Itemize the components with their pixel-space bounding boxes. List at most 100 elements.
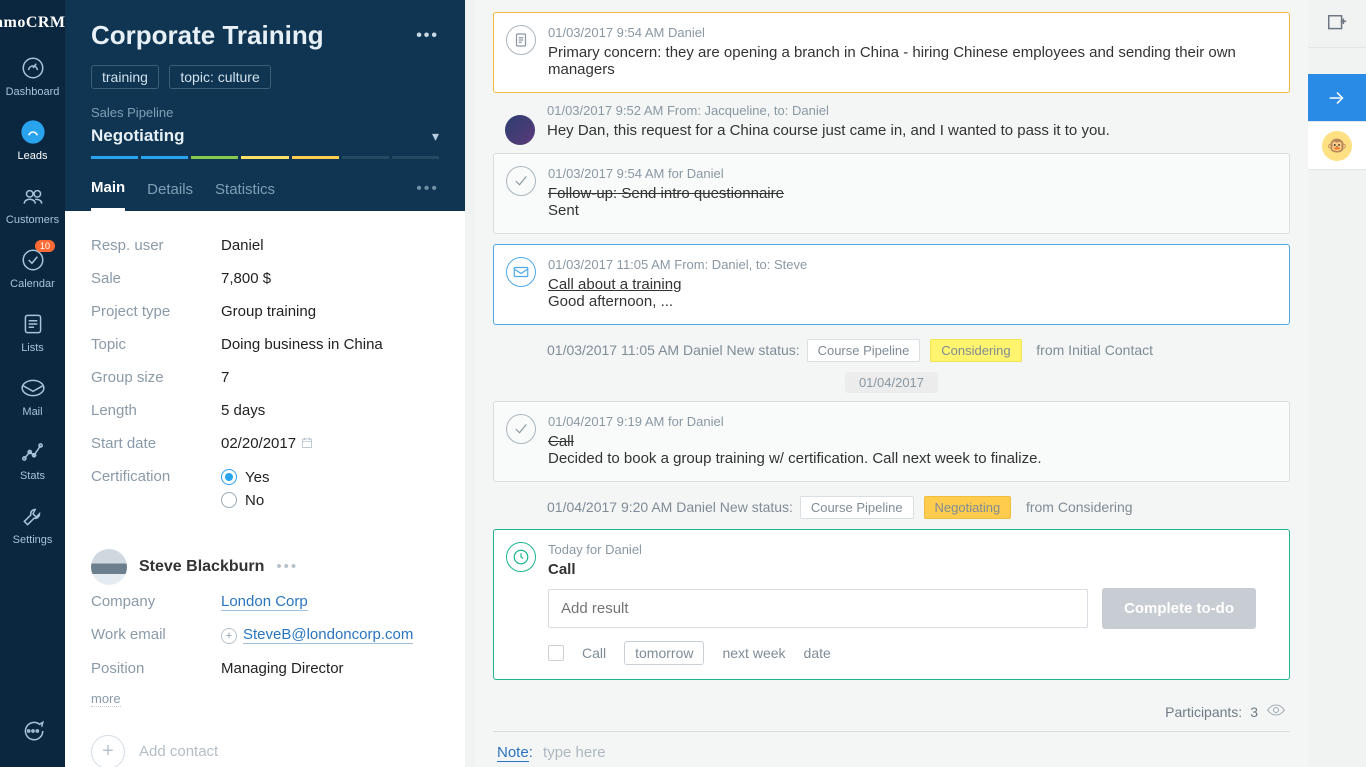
gauge-icon [19, 54, 47, 82]
eye-icon [1266, 700, 1286, 723]
chevron-down-icon: ▾ [432, 128, 439, 145]
topic-value[interactable]: Doing business in China [221, 336, 439, 353]
action-button[interactable] [1308, 74, 1366, 122]
lead-title[interactable]: Corporate Training [91, 20, 324, 51]
nav-mail[interactable]: Mail [0, 364, 65, 428]
feed-card-meta: 01/03/2017 9:54 AM for Daniel [548, 166, 1273, 181]
chat-icon [19, 717, 47, 745]
complete-todo-button[interactable]: Complete to-do [1102, 588, 1256, 629]
field-label: Position [91, 660, 221, 677]
feed-card-text: Good afternoon, ... [548, 293, 1273, 310]
result-input[interactable] [548, 589, 1088, 628]
tab-main[interactable]: Main [91, 179, 125, 211]
quick-date[interactable]: date [804, 645, 831, 661]
stats-icon [19, 438, 47, 466]
radio-icon [221, 469, 237, 485]
pipeline-stage: Negotiating [91, 126, 185, 146]
pipeline-chip: Course Pipeline [800, 496, 914, 519]
feed-card[interactable]: 01/03/2017 11:05 AM From: Daniel, to: St… [493, 244, 1290, 325]
quick-call[interactable]: Call [582, 645, 606, 661]
email-link[interactable]: SteveB@londoncorp.com [243, 626, 413, 644]
date-divider: 01/04/2017 [493, 374, 1290, 391]
feed-card[interactable]: 01/03/2017 9:54 AM for Daniel Follow-up:… [493, 153, 1290, 234]
start-date-value[interactable]: 02/20/2017 [221, 435, 439, 452]
add-widget-button[interactable] [1308, 0, 1366, 48]
resp-user-value[interactable]: Daniel [221, 237, 439, 254]
nav-settings[interactable]: Settings [0, 492, 65, 556]
quick-tomorrow[interactable]: tomorrow [624, 641, 704, 665]
field-label: Length [91, 402, 221, 419]
mailchimp-button[interactable]: 🐵 [1308, 122, 1366, 170]
sale-value[interactable]: 7,800 $ [221, 270, 439, 287]
lead-tags: training topic: culture [91, 65, 439, 89]
nav-rail: amoCRM. Dashboard Leads Customers 10 Cal… [0, 0, 65, 767]
status-chip: Considering [930, 339, 1021, 362]
add-contact-button[interactable]: + Add contact [91, 735, 439, 767]
participants-row[interactable]: Participants: 3 [493, 694, 1290, 732]
stage-progress [91, 156, 439, 159]
mail-icon [19, 374, 47, 402]
field-label: Project type [91, 303, 221, 320]
feed-card[interactable]: 01/04/2017 9:19 AM for Daniel CallDecide… [493, 401, 1290, 482]
field-label: Group size [91, 369, 221, 386]
feed-card-icon [506, 257, 536, 287]
calendar-badge: 10 [35, 240, 55, 252]
wrench-icon [19, 502, 47, 530]
more-link[interactable]: more [91, 691, 121, 707]
today-task-card: Today for Daniel Call Complete to-do Cal… [493, 529, 1290, 680]
compose-type[interactable]: Note [497, 744, 529, 762]
contact-menu-icon[interactable]: ••• [276, 558, 298, 575]
nav-dashboard[interactable]: Dashboard [0, 44, 65, 108]
length-value[interactable]: 5 days [221, 402, 439, 419]
nav-calendar[interactable]: 10 Calendar [0, 236, 65, 300]
tag[interactable]: training [91, 65, 159, 89]
nav-stats[interactable]: Stats [0, 428, 65, 492]
field-label: Work email [91, 626, 221, 643]
field-label: Resp. user [91, 237, 221, 254]
field-label: Certification [91, 468, 221, 485]
quick-next-week[interactable]: next week [722, 645, 785, 661]
nav-lists[interactable]: Lists [0, 300, 65, 364]
right-rail: 🐵 [1308, 0, 1366, 767]
add-icon[interactable]: + [221, 628, 237, 644]
company-link[interactable]: London Corp [221, 593, 308, 611]
lists-icon [19, 310, 47, 338]
tab-details[interactable]: Details [147, 181, 193, 210]
radio-yes[interactable]: Yes [221, 469, 269, 486]
avatar [91, 549, 127, 585]
field-label: Company [91, 593, 221, 610]
avatar [505, 115, 535, 145]
activity-feed: 01/03/2017 9:54 AM Daniel Primary concer… [475, 0, 1308, 767]
project-type-value[interactable]: Group training [221, 303, 439, 320]
checkbox[interactable] [548, 645, 564, 661]
radio-no[interactable]: No [221, 492, 264, 509]
feed-card-title[interactable]: Call [548, 433, 1273, 450]
tabs-more-icon[interactable]: ••• [416, 180, 439, 210]
contact-name[interactable]: Steve Blackburn [139, 558, 264, 576]
lead-menu-icon[interactable]: ••• [416, 27, 439, 45]
feed-card-title[interactable]: Call about a training [548, 276, 1273, 293]
tag[interactable]: topic: culture [169, 65, 270, 89]
position-value[interactable]: Managing Director [221, 660, 439, 677]
pipeline-label: Sales Pipeline [91, 105, 439, 120]
compose-area[interactable]: Note: type here [493, 732, 1290, 761]
nav-leads[interactable]: Leads [0, 108, 65, 172]
status-change: 01/03/2017 11:05 AM Daniel New status: C… [493, 335, 1290, 372]
status-change: 01/04/2017 9:20 AM Daniel New status: Co… [493, 492, 1290, 529]
status-chip: Negotiating [924, 496, 1012, 519]
tab-statistics[interactable]: Statistics [215, 181, 275, 210]
feed-card-text: Decided to book a group training w/ cert… [548, 450, 1273, 467]
field-label: Sale [91, 270, 221, 287]
feed-card[interactable]: 01/03/2017 9:54 AM Daniel Primary concer… [493, 12, 1290, 93]
lead-icon [19, 118, 47, 146]
feed-card-title[interactable]: Follow-up: Send intro questionnaire [548, 185, 1273, 202]
feed-card-icon [506, 166, 536, 196]
pipeline-chip: Course Pipeline [807, 339, 921, 362]
nav-chat[interactable] [0, 707, 65, 755]
feed-card-text: Sent [548, 202, 1273, 219]
lead-panel: Corporate Training ••• training topic: c… [65, 0, 465, 767]
nav-customers[interactable]: Customers [0, 172, 65, 236]
group-size-value[interactable]: 7 [221, 369, 439, 386]
mailchimp-icon: 🐵 [1322, 131, 1352, 161]
pipeline-stage-select[interactable]: Negotiating ▾ [91, 126, 439, 146]
